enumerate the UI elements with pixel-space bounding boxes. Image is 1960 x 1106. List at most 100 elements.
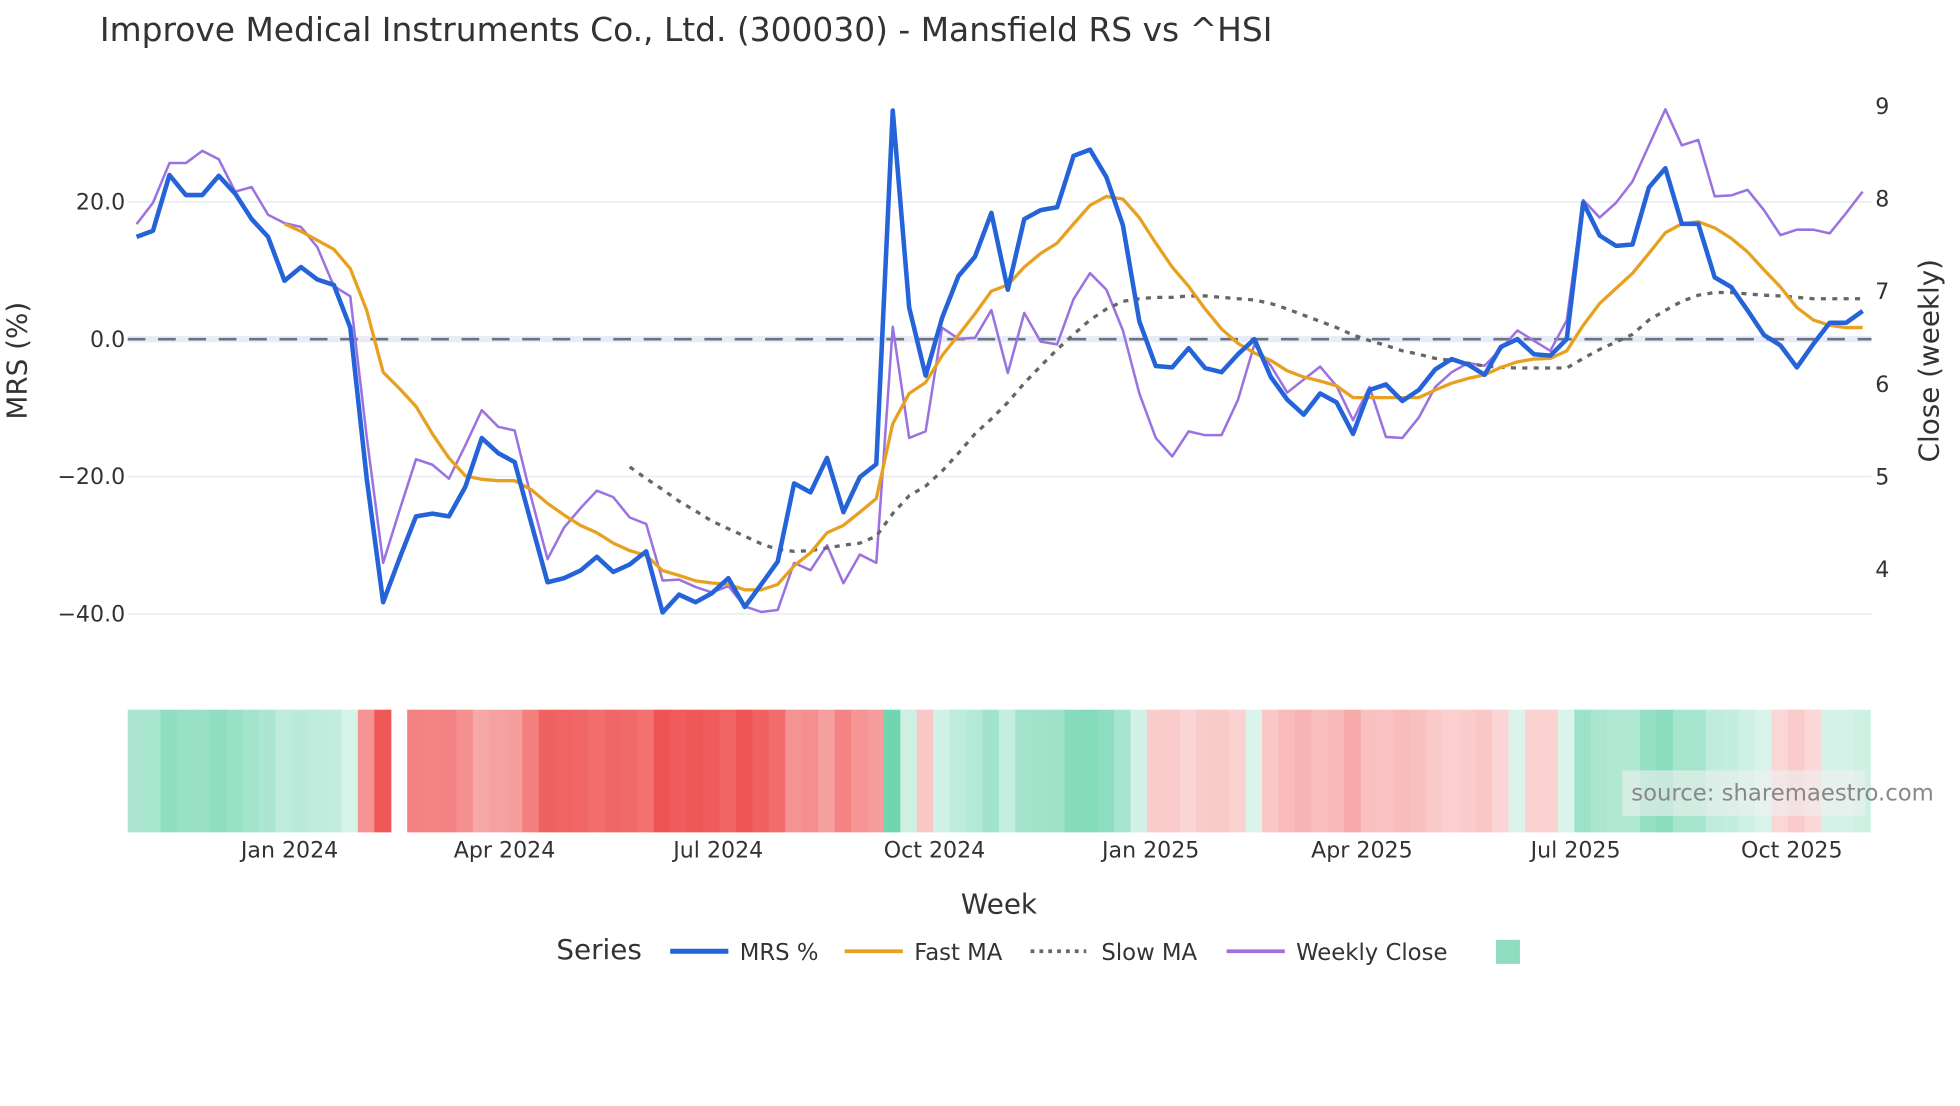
heatmap-cell <box>1492 710 1509 833</box>
heatmap-strip <box>128 710 1871 833</box>
heatmap-cell <box>1459 710 1476 833</box>
watermark: source: sharemaestro.com <box>1631 781 1934 807</box>
heatmap-cell <box>407 710 424 833</box>
heatmap-cell <box>1591 710 1608 833</box>
y2-tick-label: 9 <box>1875 94 1889 120</box>
legend-label-fast-ma: Fast MA <box>914 940 1003 966</box>
heatmap-cell <box>473 710 490 833</box>
heatmap-cell <box>1558 710 1575 833</box>
x-tick-label: Jan 2025 <box>1100 838 1199 864</box>
y-axis-title: MRS (%) <box>1 302 34 420</box>
heatmap-cell <box>1130 710 1147 833</box>
heatmap-cell <box>1328 710 1345 833</box>
legend-title: Series <box>556 933 641 966</box>
heatmap-cell <box>440 710 457 833</box>
heatmap-cell <box>374 710 391 833</box>
heatmap-cell <box>1196 710 1213 833</box>
heatmap-cell <box>341 710 358 833</box>
heatmap-cell <box>1361 710 1378 833</box>
y-tick-label: 20.0 <box>76 189 125 215</box>
heatmap-cell <box>1311 710 1328 833</box>
heatmap-cell <box>193 710 210 833</box>
heatmap-cell <box>752 710 769 833</box>
series-weekly-close <box>137 109 1863 612</box>
heatmap-cell <box>128 710 145 833</box>
heatmap-cell <box>1295 710 1312 833</box>
y-axis-right-ticks: 987654 <box>1875 94 1889 583</box>
heatmap-cell <box>621 710 638 833</box>
heatmap-cell <box>522 710 539 833</box>
heatmap-cell <box>1377 710 1394 833</box>
legend-label-slow-ma: Slow MA <box>1101 940 1197 966</box>
legend-item-slow-ma[interactable]: Slow MA <box>1031 940 1198 966</box>
heatmap-cell <box>144 710 161 833</box>
heatmap-cell <box>769 710 786 833</box>
chart: Improve Medical Instruments Co., Ltd. (3… <box>0 0 1960 1102</box>
heatmap-cell <box>604 710 621 833</box>
heatmap-cell <box>1163 710 1180 833</box>
heatmap-cell <box>1410 710 1427 833</box>
heatmap-cell <box>424 710 441 833</box>
heatmap-cell <box>917 710 934 833</box>
heatmap-cell <box>900 710 917 833</box>
heatmap-cell <box>1081 710 1098 833</box>
heatmap-cell <box>161 710 178 833</box>
heatmap-cell <box>884 710 901 833</box>
legend-item-mrs[interactable]: MRS % <box>670 940 818 966</box>
heatmap-cell <box>1574 710 1591 833</box>
heatmap-cell <box>1443 710 1460 833</box>
heatmap-cell <box>720 710 737 833</box>
series-slow-ma <box>630 293 1863 552</box>
legend-swatch-heatmap[interactable] <box>1496 940 1520 964</box>
heatmap-cell <box>818 710 835 833</box>
y-axis-left-ticks: 20.00.0−20.0−40.0 <box>57 189 125 627</box>
heatmap-cell <box>950 710 967 833</box>
heatmap-cell <box>802 710 819 833</box>
heatmap-cell <box>1278 710 1295 833</box>
heatmap-cell <box>1262 710 1279 833</box>
heatmap-cell <box>1393 710 1410 833</box>
heatmap-cell <box>966 710 983 833</box>
series-fast-ma <box>285 196 1863 589</box>
y2-tick-label: 4 <box>1875 557 1889 583</box>
heatmap-cell <box>703 710 720 833</box>
x-tick-label: Oct 2024 <box>884 838 986 864</box>
legend-label-weekly-close: Weekly Close <box>1296 940 1447 966</box>
heatmap-cell <box>1147 710 1164 833</box>
heatmap-cell <box>276 710 293 833</box>
x-tick-label: Jul 2025 <box>1529 838 1621 864</box>
heatmap-cell <box>325 710 342 833</box>
y2-tick-label: 6 <box>1875 372 1889 398</box>
y-tick-label: −20.0 <box>57 464 125 490</box>
y2-tick-label: 7 <box>1875 279 1889 305</box>
x-tick-label: Jul 2024 <box>671 838 763 864</box>
heatmap-cell <box>572 710 589 833</box>
heatmap-cell <box>1476 710 1493 833</box>
heatmap-cell <box>1213 710 1230 833</box>
heatmap-cell <box>1426 710 1443 833</box>
x-axis-ticks: Jan 2024Apr 2024Jul 2024Oct 2024Jan 2025… <box>239 838 1843 864</box>
heatmap-cell <box>1344 710 1361 833</box>
heatmap-cell <box>654 710 671 833</box>
x-axis-title: Week <box>961 887 1038 920</box>
heatmap-cell <box>1246 710 1263 833</box>
heatmap-cell <box>867 710 884 833</box>
legend-item-fast-ma[interactable]: Fast MA <box>845 940 1003 966</box>
y2-tick-label: 8 <box>1875 187 1889 213</box>
legend-item-weekly-close[interactable]: Weekly Close <box>1227 940 1448 966</box>
heatmap-cell <box>1032 710 1049 833</box>
legend-label-mrs: MRS % <box>740 940 819 966</box>
y2-axis-title: Close (weekly) <box>1913 259 1946 462</box>
heatmap-cell <box>999 710 1016 833</box>
heatmap-cell <box>456 710 473 833</box>
heatmap-cell <box>210 710 227 833</box>
heatmap-cell <box>637 710 654 833</box>
y-tick-label: 0.0 <box>90 327 125 353</box>
series-lines <box>136 109 1862 612</box>
heatmap-cell <box>670 710 687 833</box>
heatmap-cell <box>539 710 556 833</box>
heatmap-cell <box>736 710 753 833</box>
heatmap-cell <box>1607 710 1624 833</box>
heatmap-cell <box>177 710 194 833</box>
heatmap-cell <box>226 710 243 833</box>
